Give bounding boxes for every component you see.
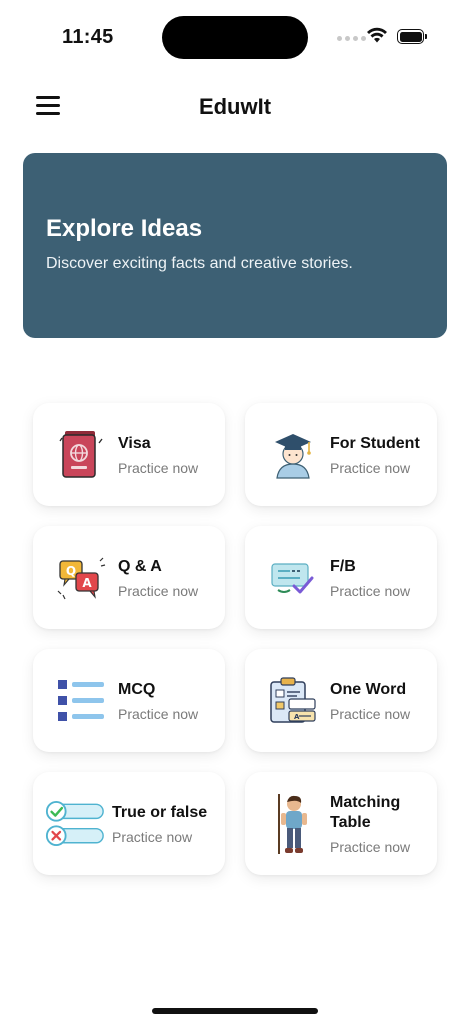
- card-subtitle: Practice now: [118, 705, 199, 722]
- character-with-stick-icon: [263, 793, 323, 854]
- banner-title: Explore Ideas: [46, 215, 203, 242]
- card-for-student[interactable]: For Student Practice now: [245, 403, 437, 506]
- app-title: EduwIt: [198, 94, 272, 119]
- card-title: Q & A: [118, 557, 162, 575]
- card-matching-table[interactable]: Matching Table Practice now: [245, 772, 437, 875]
- card-title: For Student: [330, 434, 420, 452]
- true-false-icon: [45, 794, 105, 854]
- card-q-and-a[interactable]: Q A Q & A Practice now: [33, 526, 225, 629]
- card-subtitle: Practice now: [330, 459, 411, 476]
- svg-text:A: A: [294, 713, 300, 721]
- banner-subtitle: Discover exciting facts and creative sto…: [46, 255, 353, 272]
- explore-banner[interactable]: Explore Ideas Discover exciting facts an…: [23, 153, 447, 338]
- card-title: True or false: [112, 803, 208, 821]
- card-title: One Word: [330, 680, 407, 698]
- card-subtitle: Practice now: [118, 582, 199, 599]
- svg-text:A: A: [82, 576, 92, 590]
- card-true-or-false[interactable]: True or false Practice now: [33, 772, 225, 875]
- card-subtitle: Practice now: [112, 828, 193, 845]
- card-mcq[interactable]: MCQ Practice now: [33, 649, 225, 752]
- graduate-student-icon: [263, 425, 323, 485]
- battery-icon: [397, 29, 427, 44]
- status-bar: 11:45: [0, 0, 470, 76]
- cellular-signal-icon: [337, 36, 366, 41]
- dynamic-island: [162, 16, 308, 59]
- home-indicator[interactable]: [152, 1008, 318, 1014]
- card-one-word[interactable]: A One Word Practice now: [245, 649, 437, 752]
- svg-text:Q: Q: [66, 564, 76, 578]
- status-time: 11:45: [62, 26, 114, 48]
- card-title: F/B: [330, 557, 356, 575]
- card-subtitle: Practice now: [330, 705, 411, 722]
- practice-grid: Visa Practice now For Student Practice n…: [33, 403, 437, 875]
- card-title: Visa: [118, 434, 151, 452]
- card-subtitle: Practice now: [330, 838, 411, 855]
- card-subtitle: Practice now: [330, 582, 411, 599]
- card-title: Matching Table: [330, 793, 401, 831]
- card-visa[interactable]: Visa Practice now: [33, 403, 225, 506]
- card-subtitle: Practice now: [118, 459, 199, 476]
- question-answer-icon: Q A: [51, 548, 111, 608]
- wifi-icon: [367, 27, 387, 43]
- card-f-b[interactable]: F/B Practice now: [245, 526, 437, 629]
- passport-icon: [51, 425, 111, 485]
- card-title: MCQ: [118, 680, 156, 698]
- app-header: EduwIt: [0, 76, 470, 140]
- clipboard-form-icon: A: [263, 671, 323, 731]
- list-icon: [51, 671, 111, 731]
- fill-blank-icon: [263, 548, 323, 608]
